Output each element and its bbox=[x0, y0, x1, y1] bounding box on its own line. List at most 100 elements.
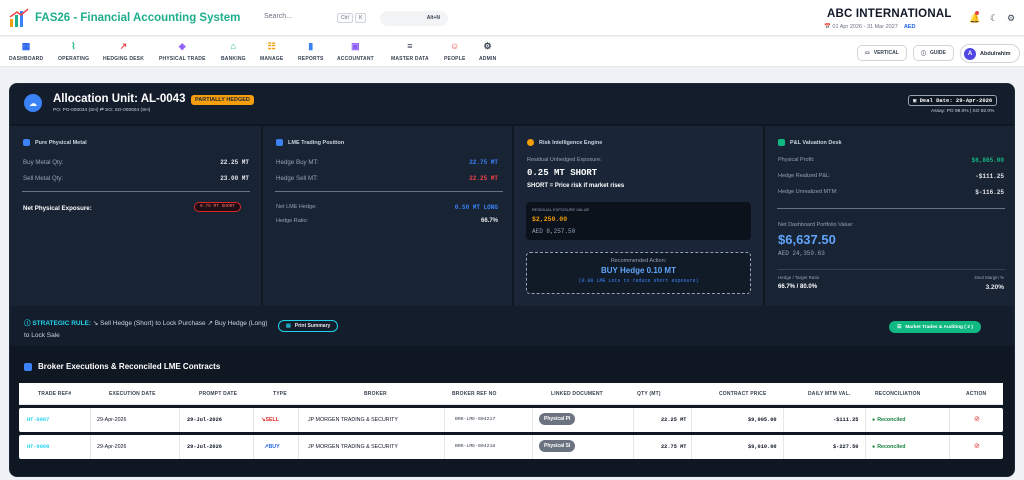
delete-icon[interactable]: ⊘ bbox=[974, 443, 981, 450]
trade-ref[interactable]: HT-0007 bbox=[27, 417, 49, 423]
nav-admin[interactable]: ⚙ ADMIN bbox=[479, 41, 496, 62]
nav-operating[interactable]: ⌇ OPERATING bbox=[58, 41, 89, 62]
divider bbox=[777, 269, 1005, 270]
col-type[interactable]: TYPE bbox=[273, 391, 287, 397]
guide-button[interactable]: ⓘ GUIDE bbox=[913, 45, 954, 61]
nav-manage[interactable]: ☷ MANAGE bbox=[260, 41, 283, 62]
strategic-text-1: Sell Hedge (Short) to Lock Purchase bbox=[100, 320, 206, 327]
nav-label: MANAGE bbox=[260, 56, 284, 62]
linked-doc-chip[interactable]: Physical PI bbox=[539, 413, 576, 425]
net-portfolio-label: Net Dashboard Portfolio Value: bbox=[778, 222, 854, 228]
divider bbox=[777, 208, 1005, 209]
nav-hedging-desk[interactable]: ↗ HEDGING DESK bbox=[103, 41, 144, 62]
col-qty[interactable]: QTY (MT) bbox=[637, 391, 661, 397]
lme-title: LME Trading Position bbox=[276, 139, 344, 146]
col-linked-doc[interactable]: LINKED DOCUMENT bbox=[551, 391, 603, 397]
col-broker-ref[interactable]: BROKER REF NO bbox=[452, 391, 497, 397]
col-prompt-date[interactable]: PROMPT DATE bbox=[199, 391, 237, 397]
rec-note: (0.00 LME Lots to reduce short exposure) bbox=[578, 278, 699, 284]
nav-people[interactable]: ☺ PEOPLE bbox=[444, 41, 465, 62]
user-name: Abdulrahim bbox=[980, 50, 1011, 57]
buy-qty-label: Buy Metal Qty: bbox=[23, 159, 64, 166]
currency-code: AED bbox=[903, 24, 916, 30]
fiscal-period[interactable]: 📅 01 Apr 2026 - 31 Mar 2027 AED bbox=[824, 24, 915, 30]
col-exec-date[interactable]: EXECUTION DATE bbox=[109, 391, 156, 397]
app-logo[interactable] bbox=[8, 7, 30, 29]
broker-name: JP MORGEN TRADING & SECURITY bbox=[308, 444, 398, 450]
prompt-date: 29-Jul-2026 bbox=[187, 444, 222, 450]
residual-note: SHORT = Price risk if market rises bbox=[527, 183, 625, 189]
table-row[interactable]: HT-0008 29-Apr-2026 29-Jul-2026 ↗BUY JP … bbox=[19, 435, 1003, 459]
cell-divider bbox=[691, 435, 692, 459]
people-icon: ☺ bbox=[450, 41, 460, 51]
allocation-title: Allocation Unit: AL-0043 bbox=[53, 93, 186, 105]
shortcut-k: K bbox=[355, 13, 367, 23]
physical-profit-value: $6,865.00 bbox=[971, 157, 1004, 164]
cell-divider bbox=[253, 408, 254, 432]
nav-physical-trade[interactable]: ◈ PHYSICAL TRADE bbox=[159, 41, 206, 62]
quick-new-button[interactable]: Alt+N bbox=[380, 11, 448, 26]
broker-ref: BRK-LME-004218 bbox=[455, 444, 496, 449]
col-recon[interactable]: RECONCILIATION bbox=[875, 391, 920, 397]
allocation-links[interactable]: PO: PO-000034 (SH) ⇄ SO: SO-000004 (SH) bbox=[53, 108, 150, 113]
vertical-label: VERTICAL bbox=[873, 50, 899, 56]
cell-divider bbox=[298, 435, 299, 459]
linked-doc-chip[interactable]: Physical SI bbox=[539, 440, 576, 452]
net-exposure-badge: 0.75 MT SHORT bbox=[194, 202, 242, 212]
market-label: Market Trades & Auditing ( 2 ) bbox=[905, 324, 973, 330]
trade-ref[interactable]: HT-0008 bbox=[27, 444, 49, 450]
company-name: ABC INTERNATIONAL bbox=[827, 8, 952, 20]
strategic-rule-bar: ⓘ STRATEGIC RULE: ↘ Sell Hedge (Short) t… bbox=[10, 306, 1014, 346]
list-icon: ☰ bbox=[897, 324, 902, 330]
cell-divider bbox=[253, 435, 254, 459]
nav-master-data[interactable]: ≡ MASTER DATA bbox=[391, 41, 429, 62]
nav-banking[interactable]: ⌂ BANKING bbox=[221, 41, 246, 62]
reconciled-status: ● Reconciled bbox=[872, 417, 905, 423]
user-menu[interactable]: A Abdulrahim bbox=[960, 44, 1020, 63]
print-summary-button[interactable]: ▤ Print Summary bbox=[278, 320, 339, 332]
col-trade-ref[interactable]: TRADE REF# bbox=[38, 391, 71, 397]
cube-icon: ◈ bbox=[178, 41, 186, 51]
activity-icon: ⌇ bbox=[71, 41, 76, 51]
alert-icon bbox=[527, 139, 534, 146]
sell-qty-label: Sell Metal Qty: bbox=[23, 175, 64, 182]
qty: 22.25 MT bbox=[661, 417, 687, 423]
divider bbox=[22, 191, 250, 192]
assay-info: Assay: PO 99.0% | SO 92.0% bbox=[931, 109, 995, 114]
cell-divider bbox=[532, 408, 533, 432]
cell-divider bbox=[90, 435, 91, 459]
rec-label: Recommended Action: bbox=[610, 258, 667, 264]
database-icon: ≡ bbox=[407, 41, 413, 51]
moon-icon[interactable]: ☾ bbox=[988, 12, 1000, 24]
shortcut-ctrl: Ctrl bbox=[337, 13, 353, 23]
table-row[interactable]: HT-0007 29-Apr-2026 29-Jul-2026 ↘SELL JP… bbox=[19, 408, 1003, 432]
nav-reports[interactable]: ▮ REPORTS bbox=[298, 41, 324, 62]
col-price[interactable]: CONTRACT PRICE bbox=[719, 391, 767, 397]
delete-icon[interactable]: ⊘ bbox=[974, 416, 981, 423]
sliders-icon: ☷ bbox=[267, 41, 276, 51]
nav-dashboard[interactable]: ▦ DASHBOARD bbox=[9, 41, 43, 62]
col-action[interactable]: ACTION bbox=[966, 391, 986, 397]
target-ratio-value: 66.7% / 80.0% bbox=[778, 284, 818, 290]
net-portfolio-aed: AED 24,359.63 bbox=[778, 250, 825, 257]
market-trades-button[interactable]: ☰ Market Trades & Auditing ( 2 ) bbox=[889, 321, 981, 333]
col-broker[interactable]: BROKER bbox=[364, 391, 387, 397]
hedge-buy-label: Hedge Buy MT: bbox=[276, 159, 319, 166]
vertical-button[interactable]: ▭ VERTICAL bbox=[857, 45, 907, 61]
broker-name: JP MORGEN TRADING & SECURITY bbox=[308, 417, 398, 423]
cell-divider bbox=[179, 435, 180, 459]
qty: 22.75 MT bbox=[661, 444, 687, 450]
search-input[interactable]: Search... bbox=[264, 13, 292, 20]
col-mtm[interactable]: DAILY MTM VAL. bbox=[808, 391, 850, 397]
hedge-buy-value: 22.75 MT bbox=[469, 159, 498, 166]
res-value-aed: AED 8,257.50 bbox=[532, 228, 576, 235]
nav-accountant[interactable]: ▣ ACCOUNTANT bbox=[337, 41, 374, 62]
app-title: FAS26 - Financial Accounting System bbox=[35, 12, 241, 24]
deal-date-text: Deal Date: 29-Apr-2026 bbox=[919, 97, 993, 104]
settings-icon[interactable]: ⚙ bbox=[1005, 12, 1017, 24]
residual-label: Residual Unhedged Exposure: bbox=[527, 157, 602, 163]
card-title: P&L Valuation Desk bbox=[790, 139, 842, 146]
unrealized-value: $-116.25 bbox=[975, 189, 1004, 196]
cell-divider bbox=[444, 408, 445, 432]
margin-value: 3.20% bbox=[985, 284, 1004, 291]
